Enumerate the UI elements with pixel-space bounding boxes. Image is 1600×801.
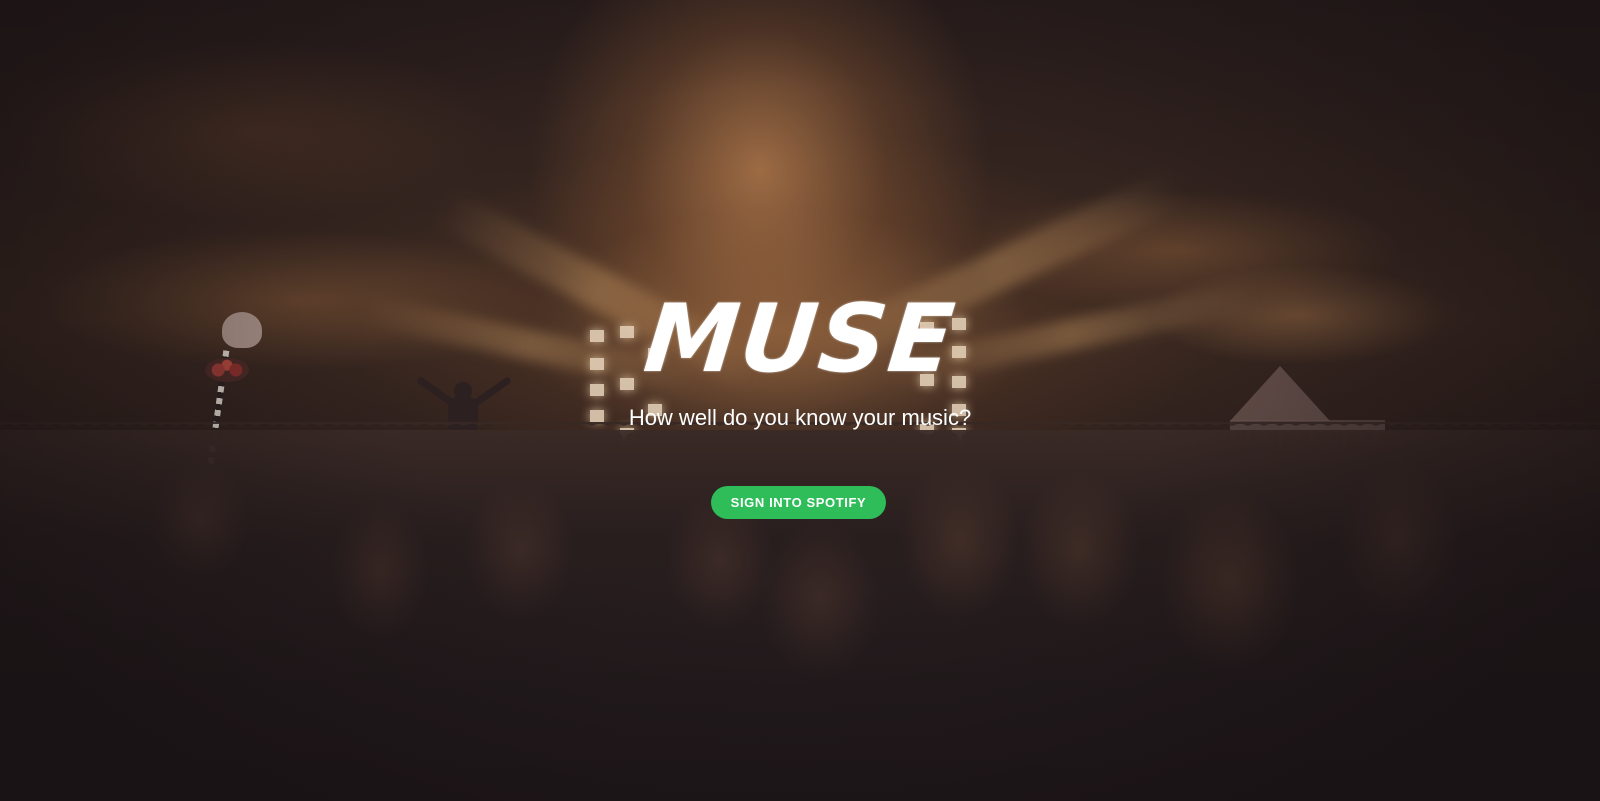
- tagline: How well do you know your music?: [628, 405, 972, 430]
- landing-page: MUSE How well do you know your music? SI…: [0, 0, 1600, 801]
- app-logo: MUSE: [639, 285, 961, 394]
- sign-into-spotify-button[interactable]: SIGN INTO SPOTIFY: [711, 486, 886, 519]
- hero-section: MUSE How well do you know your music? SI…: [0, 0, 1600, 801]
